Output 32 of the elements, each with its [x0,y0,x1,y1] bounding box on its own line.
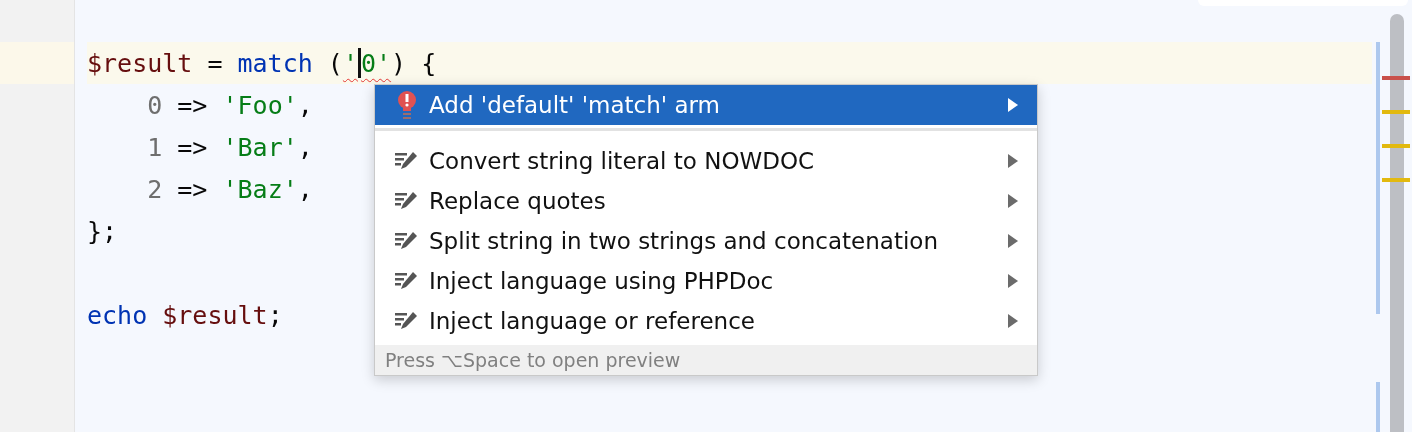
code-line: 2 => 'Baz', [146,174,313,204]
code-line: }; [87,216,118,246]
error-stripe-mark[interactable] [1382,76,1410,80]
popup-hint: Press ⌥Space to open preview [375,345,1037,375]
edit-icon [395,191,419,211]
code-line: 1 => 'Bar', [146,132,313,162]
error-stripe-mark[interactable] [1382,178,1410,182]
text-cursor [357,48,361,78]
submenu-arrow-icon [1007,314,1019,328]
menu-item[interactable]: Add 'default' 'match' arm [375,85,1037,125]
submenu-arrow-icon [1007,194,1019,208]
submenu-arrow-icon [1007,154,1019,168]
code-line: $result = match ('0') { [87,48,437,78]
edit-icon [395,231,419,251]
error-stripe-mark[interactable] [1382,110,1410,114]
submenu-arrow-icon [1007,274,1019,288]
error-stripe-mark[interactable] [1382,144,1410,148]
scrollbar[interactable] [1390,14,1404,432]
error-bulb-icon [395,90,419,120]
edit-icon [395,311,419,331]
submenu-arrow-icon [1007,234,1019,248]
code-line: echo $result; [87,300,283,330]
code-line: 0 => 'Foo', [146,90,313,120]
menu-item[interactable]: Replace quotes [375,181,1037,221]
menu-item[interactable]: Inject language or reference [375,301,1037,341]
menu-item[interactable]: Inject language using PHPDoc [375,261,1037,301]
menu-item[interactable]: Convert string literal to NOWDOC [375,141,1037,181]
edit-icon [395,151,419,171]
edit-icon [395,271,419,291]
menu-item[interactable]: Split string in two strings and concatenation [375,221,1037,261]
change-marker [1376,382,1380,432]
submenu-arrow-icon [1007,98,1019,112]
